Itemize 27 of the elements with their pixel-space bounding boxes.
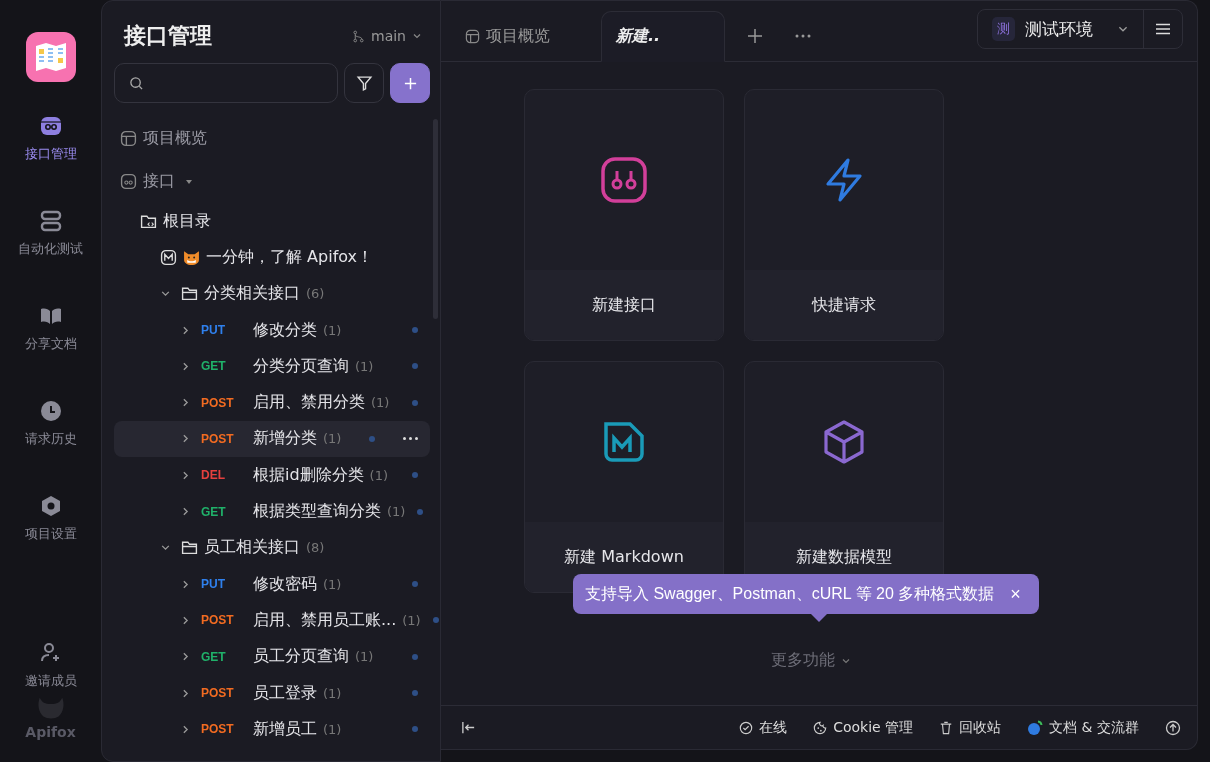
item-count: (6) (306, 286, 325, 302)
sidebar-title: 接口管理 (124, 22, 212, 50)
item-count: (1) (355, 358, 374, 374)
http-method: DEL (201, 468, 226, 483)
item-count: (1) (323, 685, 342, 701)
http-method: GET (201, 504, 227, 519)
http-method: POST (201, 686, 235, 700)
item-count: (1) (323, 576, 342, 592)
item-count: (1) (323, 431, 342, 447)
item-count: (1) (323, 322, 342, 338)
environment-badge: 测 (992, 17, 1015, 41)
http-method: PUT (201, 577, 226, 592)
item-count: (8) (306, 540, 325, 556)
item-count: (1) (371, 395, 390, 411)
item-count: (1) (402, 612, 421, 628)
item-count: (1) (355, 649, 374, 665)
http-method: GET (201, 649, 227, 664)
http-method: POST (201, 431, 235, 446)
brand-name: Apifox (25, 724, 76, 740)
item-count: (1) (369, 467, 389, 483)
http-method: POST (201, 613, 235, 628)
item-count: (1) (323, 721, 342, 737)
http-method: POST (201, 395, 235, 410)
http-method: POST (201, 722, 235, 737)
http-method: PUT (201, 323, 226, 338)
http-method: GET (201, 359, 227, 374)
item-count: (1) (387, 504, 406, 519)
